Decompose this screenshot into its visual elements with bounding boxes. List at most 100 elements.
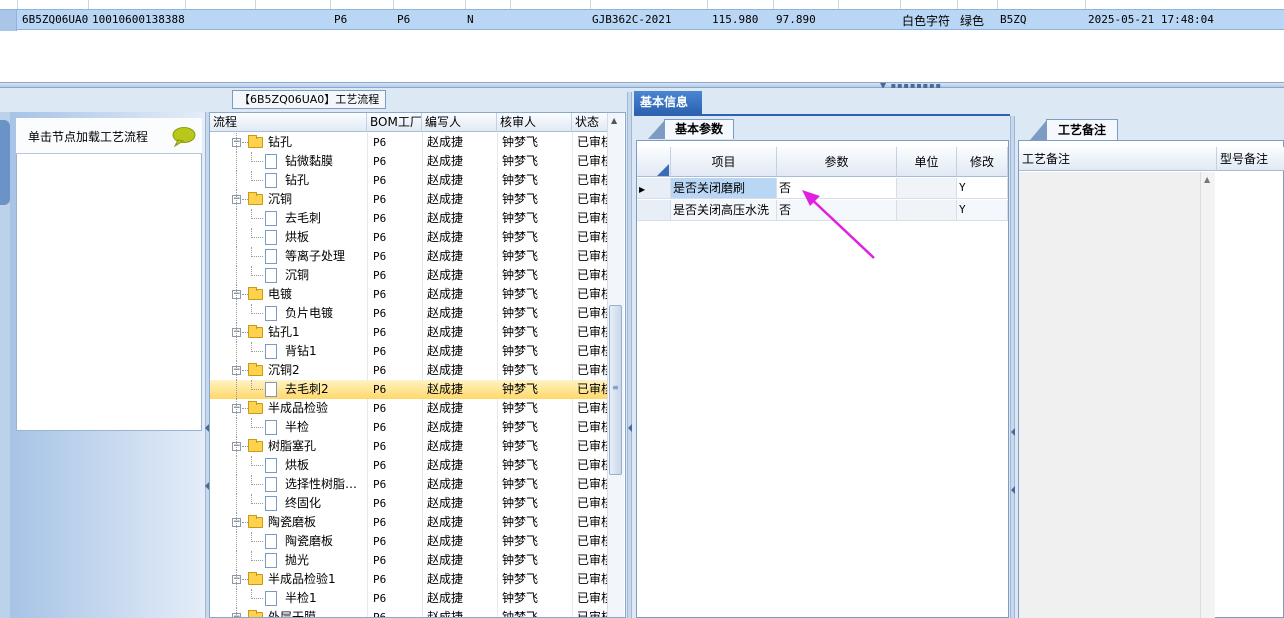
collapse-mid-icon[interactable] xyxy=(1011,428,1015,436)
tab-basic-info[interactable]: 基本信息 xyxy=(634,91,702,114)
tree-row[interactable]: 半检 P6 赵成捷 钟梦飞 已审核 xyxy=(210,418,610,437)
node-name: 抛光 xyxy=(285,553,310,567)
node-writer: 赵成捷 xyxy=(427,439,464,453)
tree-row[interactable]: 终固化 P6 赵成捷 钟梦飞 已审核 xyxy=(210,494,610,513)
tree-scroll-thumb[interactable]: ≡ xyxy=(609,305,622,475)
document-icon xyxy=(265,154,277,169)
remark-scrollbar[interactable]: ▲ xyxy=(1200,172,1215,618)
param-col-param[interactable]: 参数 xyxy=(777,147,897,177)
node-name: 钻孔1 xyxy=(268,325,300,339)
node-writer: 赵成捷 xyxy=(427,477,464,491)
document-icon xyxy=(265,458,277,473)
hint-box xyxy=(16,118,202,431)
tree-row[interactable]: 沉铜 P6 赵成捷 钟梦飞 已审核 xyxy=(210,266,610,285)
node-reviewer: 钟梦飞 xyxy=(502,173,539,187)
col-header-writer[interactable]: 编写人 xyxy=(422,113,497,132)
node-writer: 赵成捷 xyxy=(427,173,464,187)
cell-col3: P6 xyxy=(334,13,348,26)
row-indicator xyxy=(0,10,17,31)
tree-row[interactable]: 选择性树脂… P6 赵成捷 钟梦飞 已审核 xyxy=(210,475,610,494)
node-name: 陶瓷磨板 xyxy=(268,515,317,529)
tree-row[interactable]: 去毛刺2 P6 赵成捷 钟梦飞 已审核 xyxy=(210,380,610,399)
node-name: 半检 xyxy=(285,420,310,434)
node-bom: P6 xyxy=(373,345,387,358)
left-side-tab[interactable] xyxy=(0,120,10,205)
tree-row[interactable]: 负片电镀 P6 赵成捷 钟梦飞 已审核 xyxy=(210,304,610,323)
scroll-up-icon[interactable]: ▲ xyxy=(1204,175,1210,184)
tree-row[interactable]: −半成品检验1P6赵成捷钟梦飞已审核 xyxy=(210,570,610,589)
document-icon xyxy=(265,496,277,511)
tree-row[interactable]: −钻孔1P6赵成捷钟梦飞已审核 xyxy=(210,323,610,342)
node-status: 已审核 xyxy=(577,211,609,225)
node-status: 已审核 xyxy=(577,306,609,320)
col-header-bom[interactable]: BOM工厂 xyxy=(367,113,422,132)
node-reviewer: 钟梦飞 xyxy=(502,382,539,396)
mid-right-splitter[interactable] xyxy=(1010,116,1015,618)
tree-row[interactable]: −树脂塞孔P6赵成捷钟梦飞已审核 xyxy=(210,437,610,456)
node-writer: 赵成捷 xyxy=(427,192,464,206)
tree-right-splitter[interactable] xyxy=(627,92,632,618)
tree-row[interactable]: −钻孔P6赵成捷钟梦飞已审核 xyxy=(210,133,610,152)
tree-row[interactable]: 烘板 P6 赵成捷 钟梦飞 已审核 xyxy=(210,228,610,247)
node-bom: P6 xyxy=(373,231,387,244)
param-edit: Y xyxy=(957,178,1008,198)
top-grid-selected-row[interactable]: 6B5ZQ06UA0 10010600138388 P6 P6 N GJB362… xyxy=(0,9,1284,31)
tree-row[interactable]: 烘板 P6 赵成捷 钟梦飞 已审核 xyxy=(210,456,610,475)
tree-row[interactable]: −沉铜2P6赵成捷钟梦飞已审核 xyxy=(210,361,610,380)
node-writer: 赵成捷 xyxy=(427,382,464,396)
tree-row[interactable]: −外层干膜P6赵成捷钟梦飞已审核 xyxy=(210,608,610,618)
tab-basic-params[interactable]: 基本参数 xyxy=(664,119,734,139)
col-header-reviewer[interactable]: 核审人 xyxy=(497,113,572,132)
node-bom: P6 xyxy=(373,383,387,396)
node-reviewer: 钟梦飞 xyxy=(502,591,539,605)
col-header-process-remark[interactable]: 工艺备注 xyxy=(1019,147,1217,171)
cell-col5: N xyxy=(467,13,474,26)
node-reviewer: 钟梦飞 xyxy=(502,230,539,244)
node-writer: 赵成捷 xyxy=(427,249,464,263)
folder-icon xyxy=(248,363,263,376)
speech-bubble-icon xyxy=(172,127,196,148)
col-header-status[interactable]: 状态 xyxy=(572,113,612,132)
tree-row[interactable]: 钻微黏膜 P6 赵成捷 钟梦飞 已审核 xyxy=(210,152,610,171)
node-reviewer: 钟梦飞 xyxy=(502,610,539,618)
tree-row[interactable]: 去毛刺 P6 赵成捷 钟梦飞 已审核 xyxy=(210,209,610,228)
node-status: 已审核 xyxy=(577,477,609,491)
tree-row[interactable]: 背钻1 P6 赵成捷 钟梦飞 已审核 xyxy=(210,342,610,361)
param-col-item[interactable]: 项目 xyxy=(671,147,777,177)
tree-row[interactable]: 钻孔 P6 赵成捷 钟梦飞 已审核 xyxy=(210,171,610,190)
tree-row[interactable]: 半检1 P6 赵成捷 钟梦飞 已审核 xyxy=(210,589,610,608)
document-icon xyxy=(265,173,277,188)
param-col-edit[interactable]: 修改 xyxy=(957,147,1008,177)
node-bom: P6 xyxy=(373,592,387,605)
node-name: 钻微黏膜 xyxy=(285,154,334,168)
folder-icon xyxy=(248,515,263,528)
node-reviewer: 钟梦飞 xyxy=(502,496,539,510)
param-corner xyxy=(637,147,671,177)
scroll-up-icon[interactable]: ▲ xyxy=(611,116,617,125)
tree-row[interactable]: −电镀P6赵成捷钟梦飞已审核 xyxy=(210,285,610,304)
node-reviewer: 钟梦飞 xyxy=(502,306,539,320)
tree-row[interactable]: 抛光 P6 赵成捷 钟梦飞 已审核 xyxy=(210,551,610,570)
node-bom: P6 xyxy=(373,250,387,263)
node-status: 已审核 xyxy=(577,534,609,548)
right-tab-edge xyxy=(1030,121,1046,140)
node-status: 已审核 xyxy=(577,363,609,377)
param-unit xyxy=(897,178,957,198)
param-col-unit[interactable]: 单位 xyxy=(897,147,957,177)
node-reviewer: 钟梦飞 xyxy=(502,287,539,301)
tree-row[interactable]: −陶瓷磨板P6赵成捷钟梦飞已审核 xyxy=(210,513,610,532)
tree-row[interactable]: 陶瓷磨板 P6 赵成捷 钟梦飞 已审核 xyxy=(210,532,610,551)
document-icon xyxy=(265,249,277,264)
collapse-mid-icon-2[interactable] xyxy=(1011,486,1015,494)
tree-row[interactable]: 等离子处理 P6 赵成捷 钟梦飞 已审核 xyxy=(210,247,610,266)
process-remark-textarea[interactable] xyxy=(1019,172,1215,618)
node-reviewer: 钟梦飞 xyxy=(502,553,539,567)
col-header-model-remark[interactable]: 型号备注 xyxy=(1217,147,1284,171)
col-header-flow[interactable]: 流程 xyxy=(210,113,367,132)
node-name: 陶瓷磨板 xyxy=(285,534,334,548)
tree-row[interactable]: −沉铜P6赵成捷钟梦飞已审核 xyxy=(210,190,610,209)
tree-row[interactable]: −半成品检验P6赵成捷钟梦飞已审核 xyxy=(210,399,610,418)
node-status: 已审核 xyxy=(577,325,609,339)
collapse-tree-icon[interactable] xyxy=(628,424,632,432)
tab-process-remarks[interactable]: 工艺备注 xyxy=(1046,119,1118,140)
